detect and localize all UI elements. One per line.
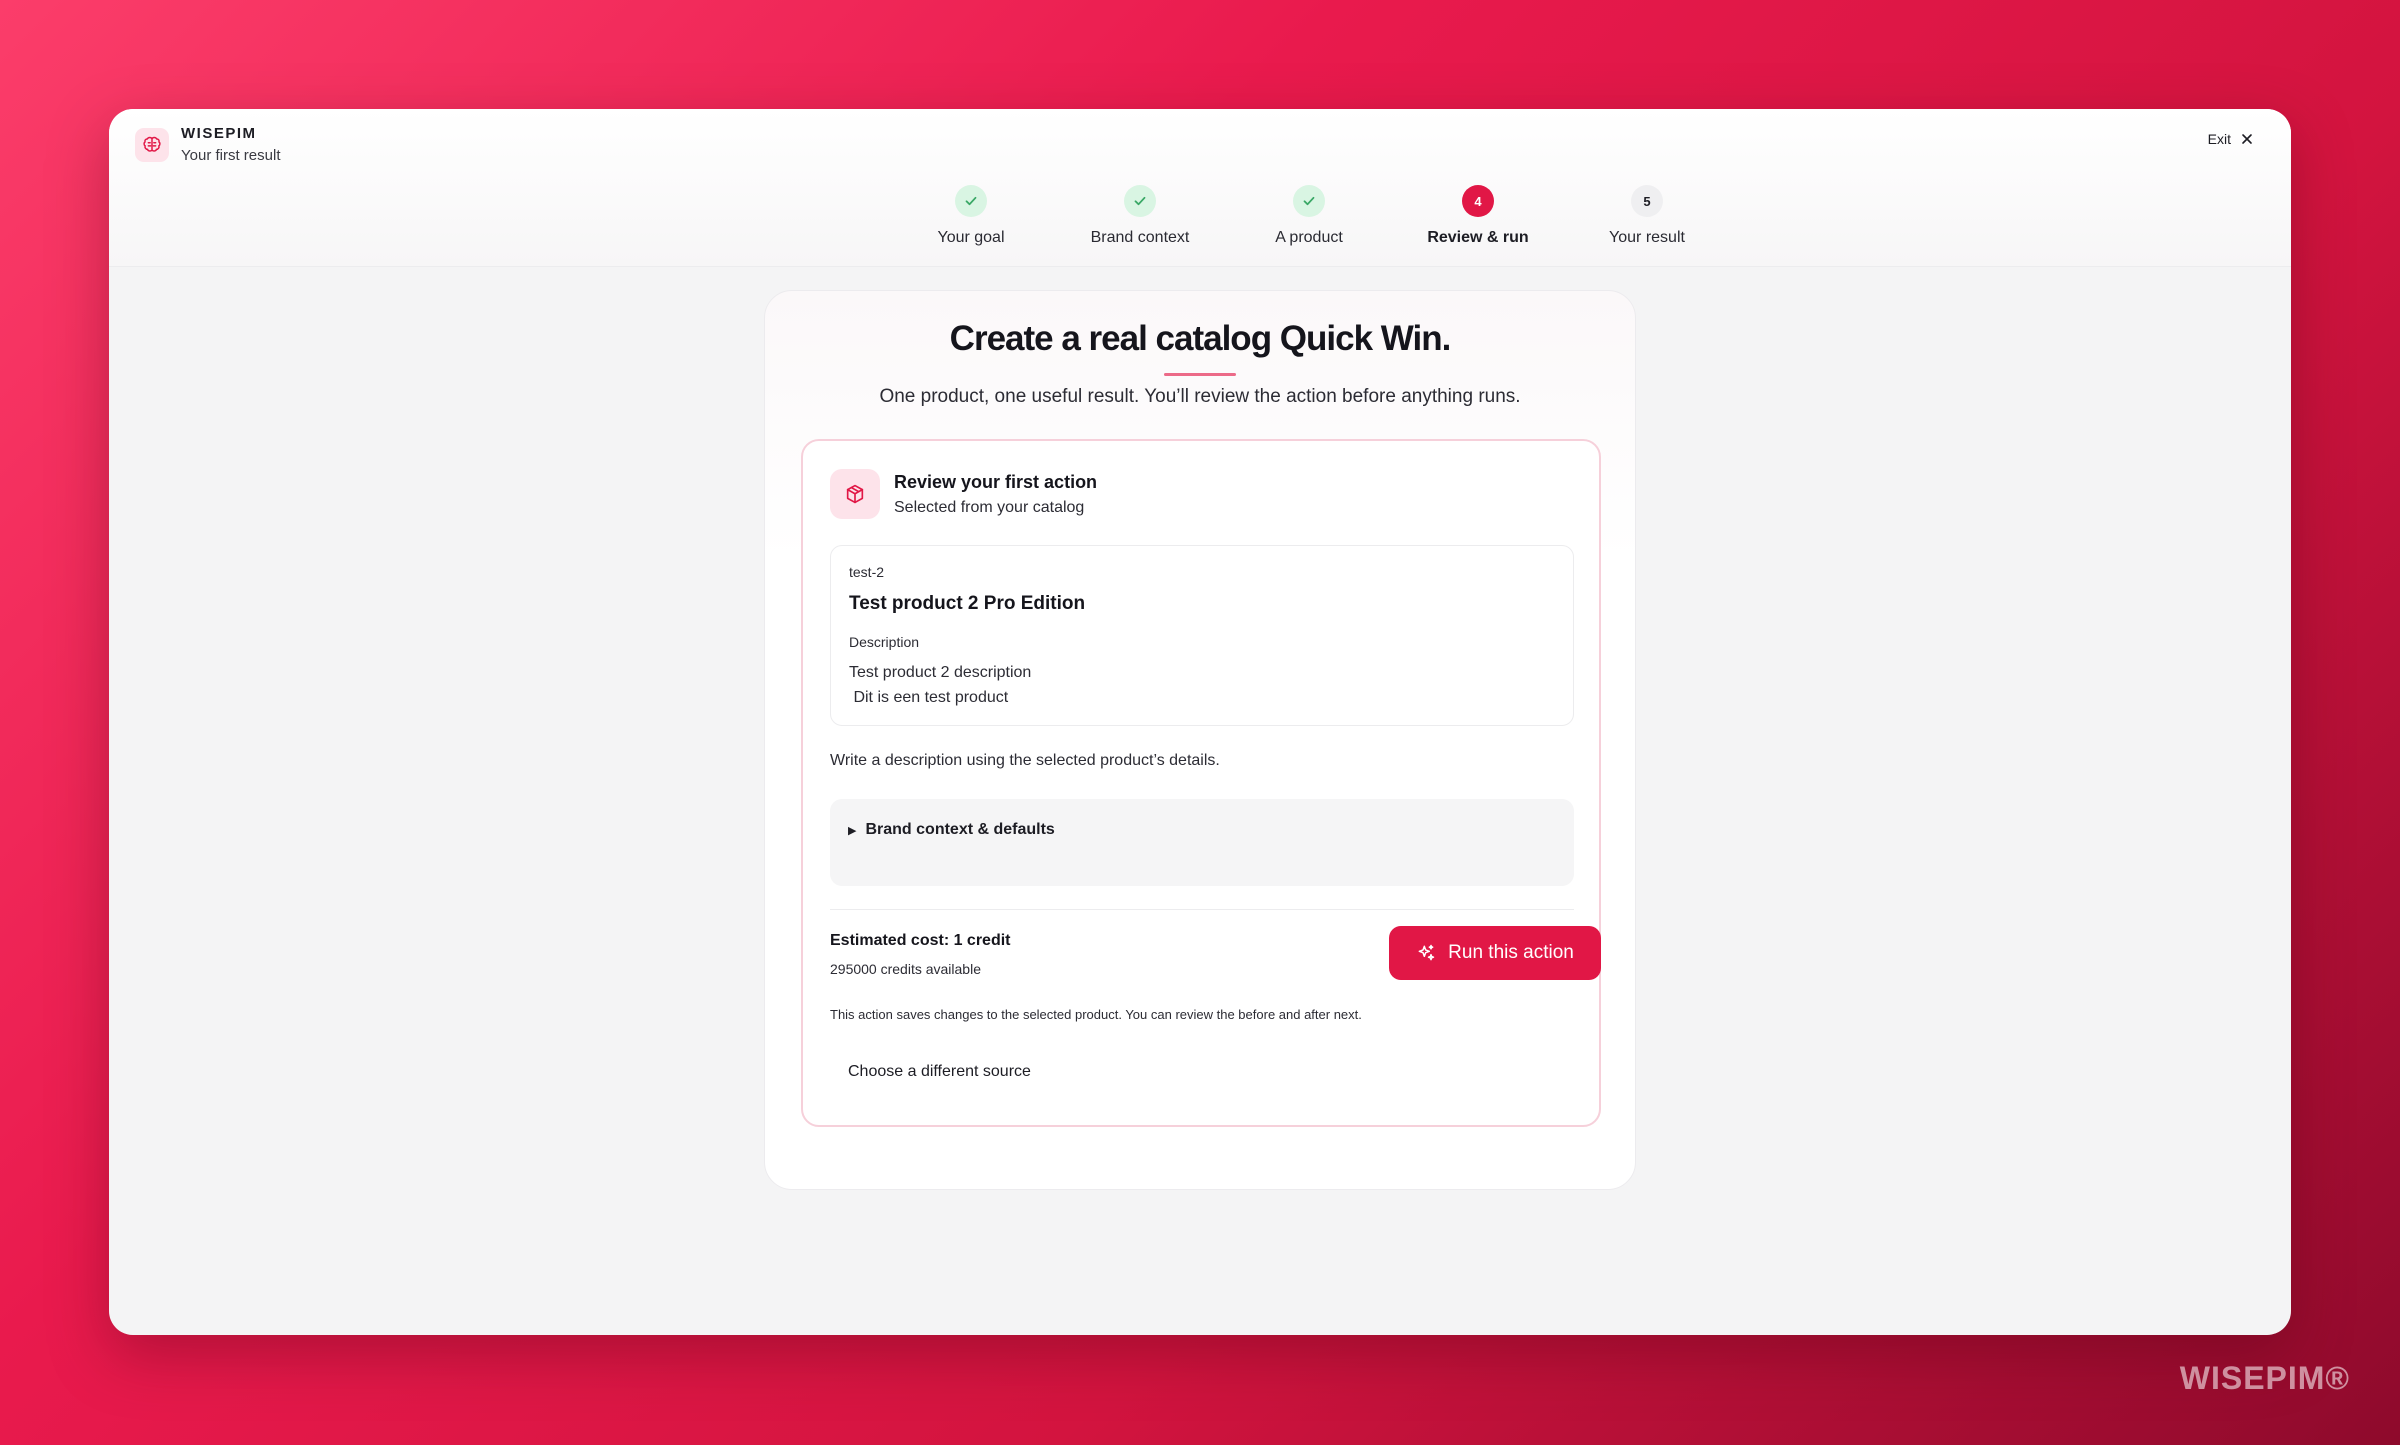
step-a-product[interactable]: A product [1224, 185, 1394, 247]
onboarding-window: WISEPIM Your first result Exit Your goal [109, 109, 2291, 1335]
action-subtitle: Selected from your catalog [894, 498, 1085, 516]
details-toggle[interactable]: ▶ Brand context & defaults [848, 821, 1055, 839]
step-label: Review & run [1427, 229, 1529, 246]
title-underline [1164, 373, 1236, 376]
page-title: Create a real catalog Quick Win. [949, 319, 1452, 358]
save-notice: This action saves changes to the selecte… [830, 1007, 1362, 1022]
step-your-result[interactable]: 5 Your result [1562, 185, 1732, 247]
step-number: 4 [1462, 185, 1494, 217]
product-name: Test product 2 Pro Edition [849, 593, 1086, 614]
action-review-panel: Review your first action Selected from y… [801, 439, 1601, 1127]
credits-available: 295000 credits available [830, 961, 981, 977]
check-icon [1293, 185, 1325, 217]
brain-icon [135, 128, 169, 162]
triangle-right-icon: ▶ [848, 824, 857, 837]
exit-button[interactable]: Exit [2208, 131, 2253, 147]
product-description: Test product 2 description Dit is een te… [849, 664, 1032, 706]
step-label: Brand context [1090, 229, 1190, 246]
quick-win-card: Create a real catalog Quick Win. One pro… [764, 290, 1636, 1190]
step-label: Your result [1609, 229, 1685, 246]
run-action-button[interactable]: Run this action [1389, 926, 1601, 980]
brand-subtitle: Your first result [181, 147, 281, 164]
brand-watermark: WISEPIM® [2179, 1360, 2350, 1396]
exit-label: Exit [2207, 131, 2231, 147]
page-subtitle: One product, one useful result. You’ll r… [879, 386, 1521, 407]
step-brand-context[interactable]: Brand context [1055, 185, 1225, 247]
brand: WISEPIM Your first result [135, 125, 281, 164]
check-icon [1124, 185, 1156, 217]
action-header: Review your first action Selected from y… [830, 469, 1097, 519]
step-number: 5 [1631, 185, 1663, 217]
description-label: Description [849, 634, 920, 650]
choose-different-source-link[interactable]: Choose a different source [848, 1063, 1031, 1081]
step-label: A product [1275, 229, 1343, 246]
top-bar: WISEPIM Your first result Exit Your goal [109, 109, 2291, 267]
action-title: Review your first action [894, 471, 1098, 492]
product-preview: test-2 Test product 2 Pro Edition Descri… [830, 545, 1574, 726]
close-icon [2242, 134, 2252, 144]
step-label: Your goal [937, 229, 1005, 246]
run-action-label: Run this action [1448, 942, 1574, 963]
package-icon [830, 469, 880, 519]
brand-name: WISEPIM [181, 125, 257, 142]
brand-context-details[interactable]: ▶ Brand context & defaults [830, 799, 1574, 886]
sparkles-icon [1418, 944, 1435, 961]
estimated-cost: Estimated cost: 1 credit [830, 932, 1011, 949]
details-toggle-label: Brand context & defaults [865, 821, 1055, 838]
divider [830, 909, 1574, 910]
check-icon [955, 185, 987, 217]
step-review-run[interactable]: 4 Review & run [1393, 185, 1563, 247]
action-instruction: Write a description using the selected p… [830, 752, 1220, 769]
progress-stepper: Your goal Brand context A product 4 Revi… [109, 185, 2291, 265]
step-your-goal[interactable]: Your goal [886, 185, 1056, 247]
product-sku: test-2 [849, 564, 885, 580]
